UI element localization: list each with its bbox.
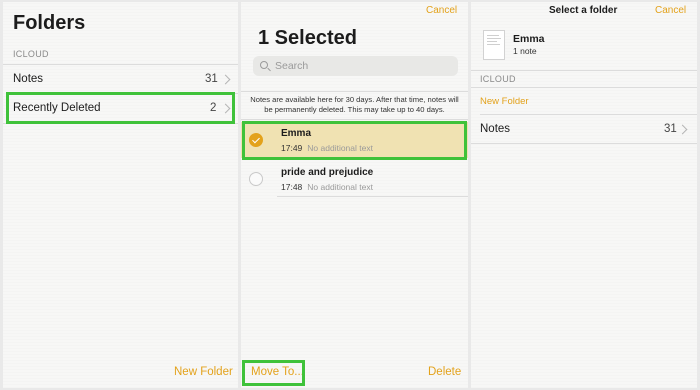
divider bbox=[471, 70, 697, 71]
folder-label: Notes bbox=[13, 73, 44, 85]
folder-count: 31 bbox=[205, 73, 218, 85]
note-meta: 17:48 No additional text bbox=[281, 182, 373, 192]
cancel-button[interactable]: Cancel bbox=[655, 5, 686, 16]
folder-count: 31 bbox=[664, 123, 677, 135]
destination-panel: Select a folder Cancel Emma 1 note ICLOU… bbox=[471, 2, 697, 388]
folder-label: Notes bbox=[480, 123, 511, 135]
delete-button[interactable]: Delete bbox=[428, 366, 461, 378]
divider bbox=[241, 119, 468, 120]
highlight-box bbox=[242, 360, 305, 386]
search-field[interactable]: Search bbox=[253, 56, 458, 76]
note-subtitle: No additional text bbox=[307, 182, 373, 192]
highlight-box bbox=[242, 121, 467, 160]
page-title: Folders bbox=[13, 12, 86, 34]
note-row-pride-and-prejudice[interactable]: pride and prejudice 17:48 No additional t… bbox=[241, 161, 468, 197]
dialog-title: Select a folder bbox=[549, 5, 618, 16]
chevron-right-icon bbox=[677, 124, 688, 135]
divider bbox=[471, 143, 697, 144]
selection-panel: Cancel 1 Selected Search Notes are avail… bbox=[241, 2, 468, 388]
divider bbox=[471, 87, 697, 88]
note-thumbnail bbox=[483, 30, 505, 60]
search-icon bbox=[260, 61, 268, 69]
cancel-button[interactable]: Cancel bbox=[426, 5, 457, 16]
folder-row-notes[interactable]: Notes 31 bbox=[3, 65, 238, 93]
divider bbox=[277, 196, 468, 197]
folders-panel: Folders ICLOUD Notes 31 Recently Deleted… bbox=[3, 2, 238, 388]
note-title: pride and prejudice bbox=[281, 167, 374, 178]
folder-row-notes[interactable]: Notes 31 bbox=[471, 115, 697, 143]
radio-unchecked-icon[interactable] bbox=[249, 172, 263, 186]
new-folder-button[interactable]: New Folder bbox=[480, 96, 529, 107]
highlight-box bbox=[6, 92, 235, 124]
deletion-notice: Notes are available here for 30 days. Af… bbox=[250, 95, 459, 114]
search-placeholder: Search bbox=[275, 60, 309, 72]
section-header-icloud: ICLOUD bbox=[480, 74, 516, 84]
note-time: 17:48 bbox=[281, 182, 303, 192]
section-header-icloud: ICLOUD bbox=[13, 49, 49, 59]
moving-note-title: Emma bbox=[513, 33, 545, 45]
chevron-right-icon bbox=[220, 74, 231, 85]
moving-note-count: 1 note bbox=[513, 46, 537, 56]
selection-title: 1 Selected bbox=[258, 27, 357, 49]
new-folder-button[interactable]: New Folder bbox=[174, 366, 233, 378]
